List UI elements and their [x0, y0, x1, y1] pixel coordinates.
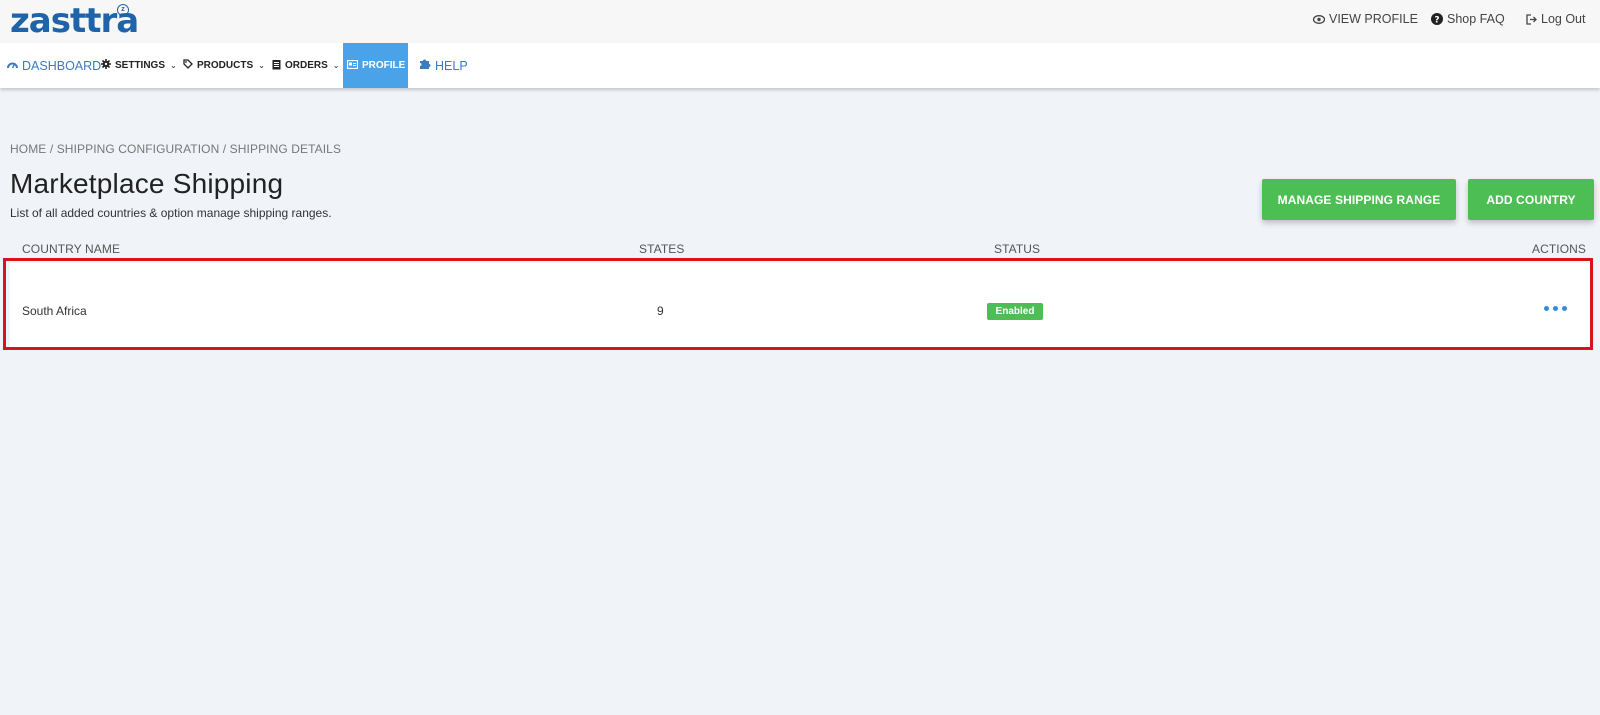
shop-faq-label: Shop FAQ: [1447, 12, 1505, 26]
nav-products[interactable]: PRODUCTS ⌄: [183, 43, 265, 88]
logo-registered-icon: z: [117, 4, 129, 16]
nav-orders[interactable]: ORDERS ⌄: [272, 43, 340, 88]
nav-settings[interactable]: SETTINGS ⌄: [101, 43, 177, 88]
view-profile-label: VIEW PROFILE: [1329, 12, 1418, 26]
nav-dashboard-label: DASHBOARD: [22, 58, 102, 73]
column-header-states: STATES: [639, 242, 685, 256]
chevron-down-icon: ⌄: [258, 61, 265, 70]
nav-orders-label: ORDERS: [285, 60, 328, 71]
svg-text:?: ?: [1434, 16, 1439, 26]
main-nav: DASHBOARD SETTINGS ⌄ PRODUCTS ⌄ ORDERS ⌄…: [0, 43, 1600, 88]
column-header-status: STATUS: [994, 242, 1041, 256]
nav-help-label: HELP: [435, 58, 468, 73]
nav-products-label: PRODUCTS: [197, 60, 254, 71]
column-header-country: COUNTRY NAME: [22, 242, 121, 256]
chevron-down-icon: ⌄: [332, 61, 340, 70]
gear-icon: [101, 59, 111, 72]
eye-icon: [1313, 14, 1325, 24]
dashboard-gauge-icon: [7, 59, 18, 73]
puzzle-icon: [419, 58, 431, 73]
breadcrumb: HOME / SHIPPING CONFIGURATION / SHIPPING…: [10, 142, 342, 156]
logout-label: Log Out: [1541, 12, 1586, 26]
chevron-down-icon: ⌄: [170, 61, 177, 70]
clipboard-icon: [272, 59, 281, 73]
question-circle-icon: ?: [1431, 13, 1443, 25]
nav-profile-label: PROFILE: [362, 60, 406, 71]
highlight-box: [3, 258, 1593, 350]
page-subtitle: List of all added countries & option man…: [10, 206, 332, 220]
view-profile-link[interactable]: VIEW PROFILE: [1313, 12, 1418, 26]
chevron-down-icon: ⌄: [410, 61, 418, 70]
nav-dashboard[interactable]: DASHBOARD: [7, 43, 101, 88]
page-title: Marketplace Shipping: [10, 168, 284, 199]
top-bar: zasttra z VIEW PROFILE ? Shop FAQ Log Ou…: [0, 0, 1600, 43]
shop-faq-link[interactable]: ? Shop FAQ: [1431, 12, 1505, 26]
nav-settings-label: SETTINGS: [115, 60, 166, 71]
add-country-button[interactable]: ADD COUNTRY: [1468, 179, 1594, 220]
logout-link[interactable]: Log Out: [1526, 12, 1585, 26]
nav-help[interactable]: HELP: [419, 43, 468, 88]
column-header-actions: ACTIONS: [1532, 242, 1587, 256]
product-tag-icon: [183, 59, 193, 72]
manage-shipping-range-button[interactable]: MANAGE SHIPPING RANGE: [1262, 179, 1456, 220]
logout-icon: [1526, 13, 1537, 25]
id-card-icon: [346, 59, 359, 72]
nav-profile[interactable]: PROFILE ⌄: [343, 43, 417, 88]
